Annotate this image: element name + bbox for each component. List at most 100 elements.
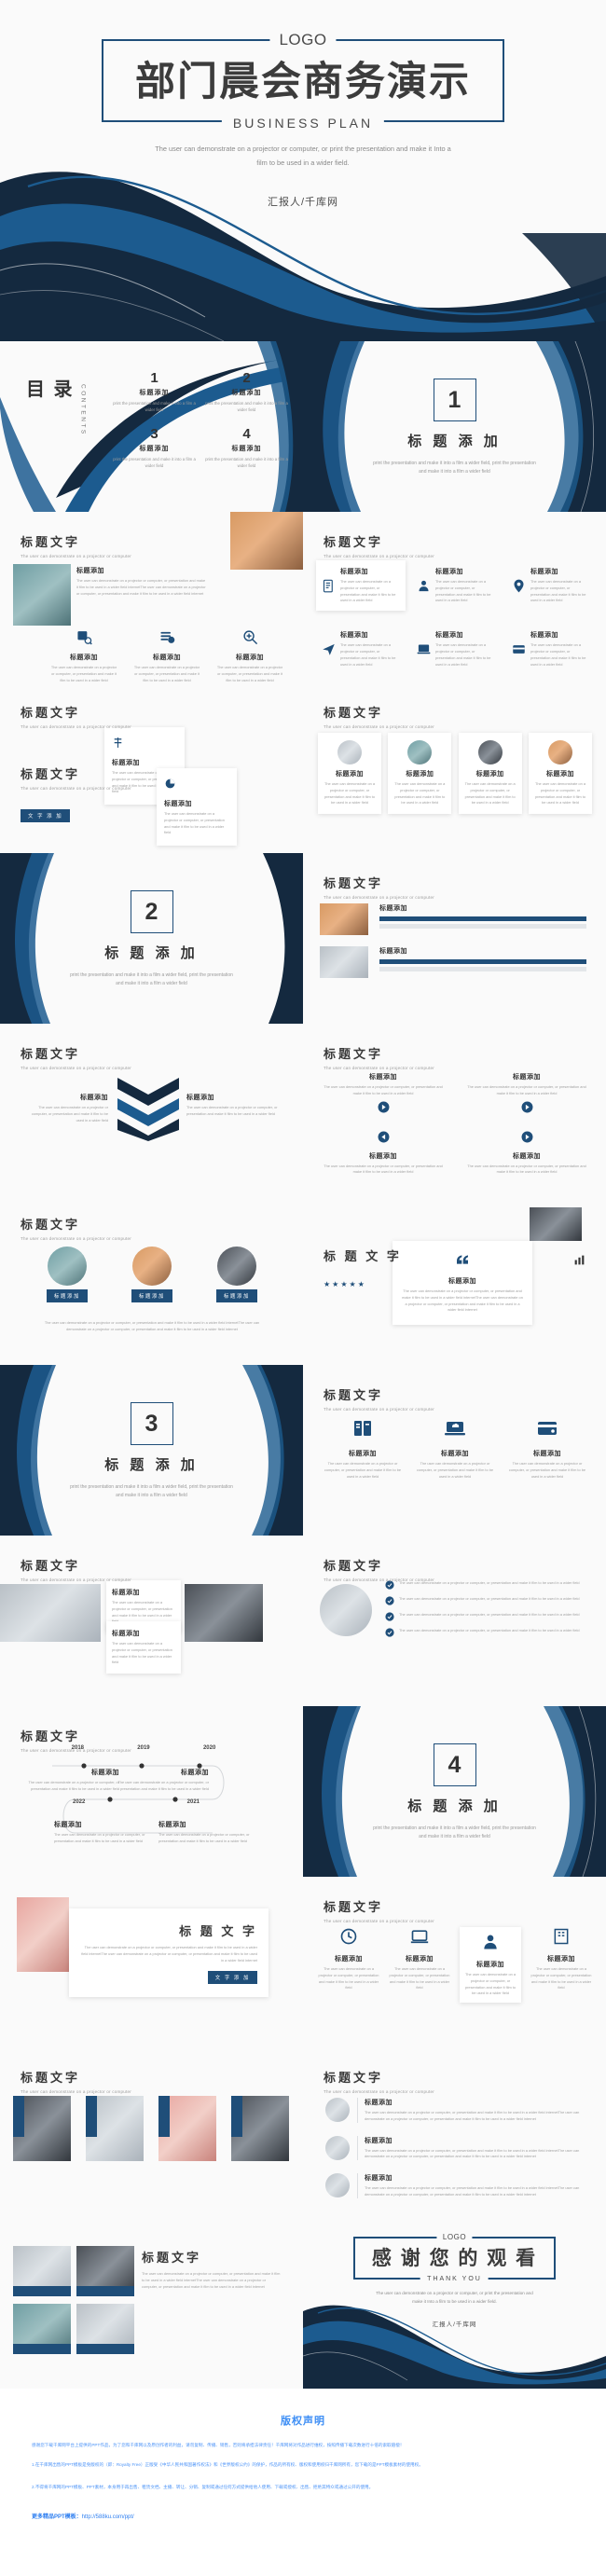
slide-section-1[interactable]: 1 标 题 添 加 print the presentation and mak… [303, 341, 606, 512]
bar-item[interactable]: 标题添加 [379, 903, 586, 929]
content-item[interactable]: 标题添加 The user can demonstrate on a proje… [506, 624, 596, 674]
timeline-item[interactable]: 标题添加 The user can demonstrate on a proje… [112, 1768, 209, 1793]
slide-photo-panel[interactable]: 标 题 文 字 The user can demonstrate on a pr… [0, 1877, 303, 2047]
slide-chevron-flow[interactable]: 标题文字 The user can demonstrate on a proje… [0, 1024, 303, 1194]
photo-item[interactable] [86, 2096, 144, 2161]
content-card[interactable]: 标题添加 The user can demonstrate on a proje… [157, 768, 237, 847]
content-header: 标题文字 The user can demonstrate on a proje… [21, 1556, 131, 1582]
toc-item[interactable]: 1 标题添加 print the presentation and make i… [112, 371, 197, 414]
timeline-item[interactable]: 标题添加 The user can demonstrate on a proje… [22, 1768, 119, 1793]
document-search-icon [322, 567, 336, 604]
photo-item[interactable] [231, 2096, 289, 2161]
content-item[interactable]: 标题添加 The user can demonstrate on a proje… [186, 1093, 280, 1118]
photo-item[interactable] [158, 2096, 216, 2161]
content-item[interactable]: 标题添加 The user can demonstrate on a proje… [460, 1927, 521, 2004]
avatar-list: 标题添加 The user can demonstrate on a proje… [325, 2098, 586, 2198]
content-card[interactable]: 标题添加 The user can demonstrate on a proje… [458, 733, 522, 815]
slide-section-3[interactable]: 3 标 题 添 加 print the presentation and mak… [0, 1365, 303, 1536]
list-item[interactable]: The user can demonstrate on a projector … [385, 1596, 586, 1605]
slide-wide-photos[interactable]: 标题文字 The user can demonstrate on a proje… [0, 1536, 303, 1706]
photo-item[interactable] [13, 2096, 71, 2161]
content-item[interactable]: 标题添加 The user can demonstrate on a proje… [30, 1093, 108, 1123]
content-item[interactable]: 标题添加 The user can demonstrate on a proje… [506, 560, 596, 611]
arrow-right-icon[interactable] [378, 1101, 390, 1113]
slide-quad-icons[interactable]: 标题文字 The user can demonstrate on a proje… [303, 1877, 606, 2047]
list-item[interactable]: 标题添加 The user can demonstrate on a proje… [325, 2135, 586, 2161]
content-item[interactable]: 标题添加 The user can demonstrate on a proje… [216, 629, 283, 682]
content-card[interactable]: 标题添加 The user can demonstrate on a proje… [106, 1621, 181, 1674]
slide-avatar-list[interactable]: 标题文字 The user can demonstrate on a proje… [303, 2047, 606, 2218]
testimonial-card[interactable]: 标题添加 The user can demonstrate on a proje… [393, 1241, 532, 1326]
slide-four-tall-photos[interactable]: 标题文字 The user can demonstrate on a proje… [0, 2047, 303, 2218]
arrow-right-icon[interactable] [521, 1131, 533, 1143]
content-title: 标题文字 [21, 535, 81, 549]
content-item[interactable]: 标题添加 The user can demonstrate on a proje… [411, 560, 501, 611]
content-item[interactable]: 标题添加 The user can demonstrate on a proje… [324, 1417, 402, 1480]
item-desc: The user can demonstrate on a projector … [117, 1780, 209, 1791]
slide-check-list[interactable]: 标题文字 The user can demonstrate on a proje… [303, 1536, 606, 1706]
content-item[interactable]: 标题添加 The user can demonstrate on a proje… [530, 1927, 592, 2003]
slide-photo-trio-icons[interactable]: 标题文字 The user can demonstrate on a proje… [0, 512, 303, 682]
content-item[interactable]: 标题添加 The user can demonstrate on a proje… [50, 629, 117, 682]
slide-photo-text[interactable]: 标题文字 The user can demonstrate on a proje… [0, 2218, 303, 2389]
content-item[interactable]: 标题添加 The user can demonstrate on a proje… [508, 1417, 586, 1480]
bar-item[interactable]: 标题添加 [379, 946, 586, 971]
content-item[interactable]: 标题添加 [117, 1247, 187, 1302]
list-item[interactable]: The user can demonstrate on a projector … [385, 1612, 586, 1621]
content-item[interactable]: 标题添加 The user can demonstrate on a proje… [316, 560, 406, 612]
building-icon [552, 1927, 571, 1946]
content-item[interactable]: 标题添加 The user can demonstrate on a proje… [463, 1072, 590, 1118]
slide-cover[interactable]: LOGO 部门晨会商务演示 BUSINESS PLAN The user can… [0, 0, 606, 341]
content-item[interactable]: 标题添加 The user can demonstrate on a proje… [389, 1927, 450, 2003]
timeline-item[interactable]: 标题添加 The user can demonstrate on a proje… [158, 1820, 252, 1845]
content-item[interactable]: 标题添加 [32, 1247, 103, 1302]
slide-testimonial[interactable]: 标 题 文 字 标题添加 The user can demonstrate on… [303, 1194, 606, 1365]
photo-item[interactable] [76, 2304, 134, 2354]
round-photo [48, 1247, 87, 1286]
content-item[interactable]: 标题添加 The user can demonstrate on a proje… [320, 1072, 447, 1118]
content-item[interactable]: 标题添加 The user can demonstrate on a proje… [320, 1131, 447, 1177]
photo-item[interactable] [13, 2246, 71, 2296]
toc-item[interactable]: 2 标题添加 print the presentation and make i… [204, 371, 289, 414]
slide-photo-bars[interactable]: 标题文字 The user can demonstrate on a proje… [303, 853, 606, 1024]
more-templates-link[interactable]: 更多精品PPT模板：http://588ku.com/ppt/ [32, 2512, 574, 2520]
toc-item[interactable]: 4 标题添加 print the presentation and make i… [204, 427, 289, 470]
content-item[interactable]: 标题添加 The user can demonstrate on a proje… [411, 624, 501, 674]
content-card[interactable]: 标题添加 The user can demonstrate on a proje… [528, 733, 592, 815]
content-item[interactable]: 标题文字 The user can demonstrate on a proje… [142, 2248, 282, 2290]
content-item[interactable]: 标题添加 The user can demonstrate on a proje… [416, 1417, 494, 1480]
slide-section-4[interactable]: 4 标 题 添 加 print the presentation and mak… [303, 1706, 606, 1877]
content-card[interactable]: 标题添加 The user can demonstrate on a proje… [388, 733, 452, 815]
slide-three-round-photos[interactable]: 标题文字 The user can demonstrate on a proje… [0, 1194, 303, 1365]
slide-triple-blue-icons[interactable]: 标题文字 The user can demonstrate on a proje… [303, 1365, 606, 1536]
slide-section-2[interactable]: 2 标 题 添 加 print the presentation and mak… [0, 853, 303, 1024]
timeline-item[interactable]: 标题添加 The user can demonstrate on a proje… [54, 1820, 147, 1845]
slide-stacked-cards[interactable]: 标题文字 The user can demonstrate on a proje… [0, 682, 303, 853]
slide-table-of-contents[interactable]: 目 录 CONTENTS 1 标题添加 print the presentati… [0, 341, 303, 512]
item-desc: The user can demonstrate on a projector … [365, 2147, 580, 2159]
toc-item[interactable]: 3 标题添加 print the presentation and make i… [112, 427, 197, 470]
photo-item[interactable] [13, 2304, 71, 2354]
item-desc: The user can demonstrate on a projector … [318, 1966, 379, 1991]
content-card[interactable]: 标题添加 The user can demonstrate on a proje… [318, 733, 381, 815]
slide-six-icons[interactable]: 标题文字 The user can demonstrate on a proje… [303, 512, 606, 682]
panel-card[interactable]: 标 题 文 字 The user can demonstrate on a pr… [69, 1908, 269, 1998]
list-item[interactable]: The user can demonstrate on a projector … [385, 1628, 586, 1637]
arrow-left-icon[interactable] [378, 1131, 390, 1143]
add-text-button[interactable]: 文 字 添 加 [21, 809, 71, 822]
slide-four-photo-cards[interactable]: 标题文字 The user can demonstrate on a proje… [303, 682, 606, 853]
slide-closing[interactable]: LOGO 感 谢 您 的 观 看 THANK YOU The user can … [303, 2218, 606, 2389]
content-item[interactable]: 标题添加 The user can demonstrate on a proje… [463, 1131, 590, 1177]
list-item[interactable]: 标题添加 The user can demonstrate on a proje… [325, 2098, 586, 2123]
slide-arrow-grid[interactable]: 标题文字 The user can demonstrate on a proje… [303, 1024, 606, 1194]
content-item[interactable]: 标题添加 The user can demonstrate on a proje… [316, 624, 406, 674]
photo-item[interactable] [76, 2246, 134, 2296]
arrow-right-icon[interactable] [521, 1101, 533, 1113]
content-item[interactable]: 标题添加 [201, 1247, 272, 1302]
content-item[interactable]: 标题添加 The user can demonstrate on a proje… [76, 566, 207, 597]
slide-timeline[interactable]: 标题文字 The user can demonstrate on a proje… [0, 1706, 303, 1877]
content-item[interactable]: 标题添加 The user can demonstrate on a proje… [133, 629, 200, 682]
content-item[interactable]: 标题添加 The user can demonstrate on a proje… [318, 1927, 379, 2003]
list-item[interactable]: 标题添加 The user can demonstrate on a proje… [325, 2173, 586, 2198]
add-text-button[interactable]: 文 字 添 加 [207, 1971, 257, 1985]
